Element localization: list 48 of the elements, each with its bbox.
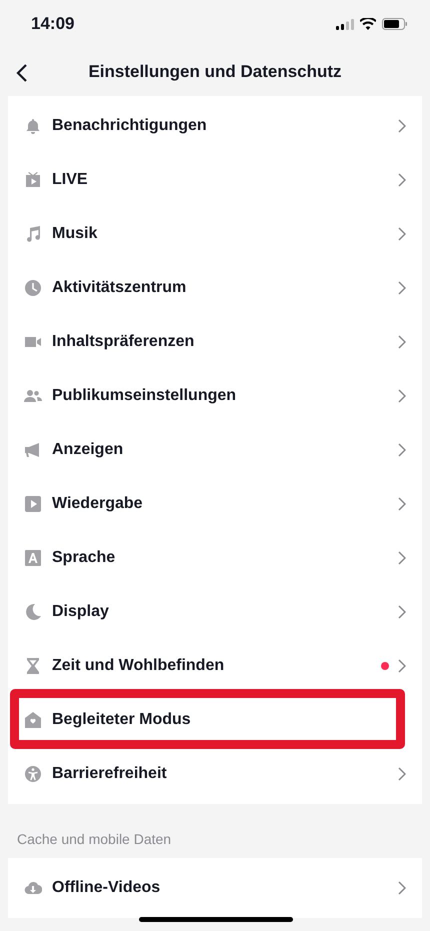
house-icon (24, 711, 42, 729)
settings-item[interactable]: Anzeigen (8, 423, 422, 477)
status-time: 14:09 (31, 14, 74, 34)
item-label: Inhaltspräferenzen (52, 333, 196, 351)
item-label: Zeit und Wohlbefinden (52, 657, 226, 675)
settings-item[interactable]: Offline-Videos (8, 861, 422, 915)
item-label: Benachrichtigungen (52, 117, 208, 135)
screen-title: Einstellungen und Datenschutz (88, 62, 342, 82)
megaphone-icon (24, 441, 42, 459)
moon-icon (24, 603, 42, 621)
music-note-icon (24, 225, 42, 243)
settings-item[interactable]: Musik (8, 207, 422, 261)
item-label: Wiedergabe (52, 495, 144, 513)
play-icon (24, 495, 42, 513)
item-label: Display (52, 603, 110, 621)
settings-item[interactable]: Sprache (8, 531, 422, 585)
settings-item[interactable]: Begleiteter Modus (8, 693, 422, 747)
letter-tile-icon (24, 549, 42, 567)
tv-icon (24, 171, 42, 189)
cloud-download-icon (24, 879, 42, 897)
settings-item[interactable]: Barrierefreiheit (8, 747, 422, 801)
settings-item[interactable]: Benachrichtigungen (8, 99, 422, 153)
clock-icon (24, 279, 42, 297)
hourglass-icon (24, 657, 42, 675)
item-label: Sprache (52, 549, 116, 567)
people-icon (24, 387, 42, 405)
signal-icon (336, 18, 354, 30)
item-label: Musik (52, 225, 98, 243)
settings-item[interactable]: Zeit und Wohlbefinden (8, 639, 422, 693)
item-label: Barrierefreiheit (52, 765, 168, 783)
item-label: Aktivitätszentrum (52, 279, 188, 297)
settings-item[interactable]: Display (8, 585, 422, 639)
item-label: Begleiteter Modus (52, 711, 192, 729)
battery-icon (382, 18, 408, 30)
back-button[interactable] (14, 62, 30, 84)
wifi-icon (360, 18, 376, 30)
settings-item[interactable]: Inhaltspräferenzen (8, 315, 422, 369)
settings-item[interactable]: Publikumseinstellungen (8, 369, 422, 423)
settings-item[interactable]: Wiedergabe (8, 477, 422, 531)
item-label: Publikumseinstellungen (52, 387, 238, 405)
section-heading: Cache und mobile Daten (16, 830, 172, 849)
settings-item[interactable]: Aktivitätszentrum (8, 261, 422, 315)
settings-item[interactable]: LIVE (8, 153, 422, 207)
item-label: Anzeigen (52, 441, 124, 459)
bell-icon (24, 117, 42, 135)
item-label: Offline-Videos (52, 879, 162, 897)
accessibility-icon (24, 765, 42, 783)
item-label: LIVE (52, 171, 89, 189)
